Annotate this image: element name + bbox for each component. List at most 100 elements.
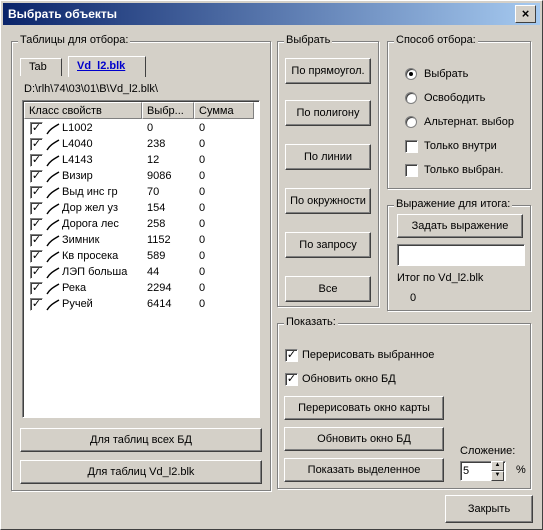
table-row[interactable]: ✓ ЛЭП больша 44 0: [24, 264, 258, 281]
row-checkbox[interactable]: ✓: [30, 234, 43, 247]
percent-label: %: [516, 464, 526, 476]
spin-up-icon[interactable]: ▲: [491, 461, 504, 471]
show-selected-button[interactable]: Показать выделенное: [284, 458, 444, 482]
row-checkbox[interactable]: ✓: [30, 282, 43, 295]
set-expression-button[interactable]: Задать выражение: [397, 214, 523, 238]
show-legend: Показать:: [284, 316, 338, 328]
dialog-window: Выбрать объекты × Таблицы для отбора: Ta…: [0, 0, 543, 530]
col-header-sum[interactable]: Сумма: [194, 102, 254, 119]
row-class-name: Река: [62, 282, 87, 294]
all-button[interactable]: Все: [285, 276, 371, 302]
table-row[interactable]: ✓ L4040 238 0: [24, 136, 258, 153]
table-row[interactable]: ✓ Кв просека 589 0: [24, 248, 258, 265]
line-class-icon: [46, 203, 60, 215]
col-header-class[interactable]: Класс свойств: [24, 102, 142, 119]
line-class-icon: [46, 139, 60, 151]
line-class-icon: [46, 219, 60, 231]
row-checkbox[interactable]: ✓: [30, 186, 43, 199]
all-db-button[interactable]: Для таблиц всех БД: [20, 428, 262, 452]
tables-legend: Таблицы для отбора:: [18, 34, 131, 46]
line-class-icon: [46, 123, 60, 135]
radio-alternate[interactable]: [405, 116, 417, 128]
radio-select-label: Выбрать: [424, 68, 469, 80]
total-label: Итог по Vd_l2.blk: [397, 272, 484, 284]
row-sum: 0: [199, 186, 206, 198]
expression-group: Выражение для итога: Задать выражение Ит…: [387, 198, 531, 311]
row-selected-count: 12: [147, 154, 160, 166]
refresh-db-label: Обновить окно БД: [302, 373, 396, 385]
row-checkbox[interactable]: ✓: [30, 122, 43, 135]
row-class-name: Кв просека: [62, 250, 119, 262]
redraw-map-button[interactable]: Перерисовать окно карты: [284, 396, 444, 420]
row-selected-count: 589: [147, 250, 166, 262]
show-group: Показать: ✓ Перерисовать выбранное ✓ Обн…: [277, 316, 531, 489]
row-sum: 0: [199, 122, 206, 134]
row-class-name: Зимник: [62, 234, 100, 246]
row-checkbox[interactable]: ✓: [30, 218, 43, 231]
expression-input[interactable]: [397, 244, 525, 266]
line-class-icon: [46, 251, 60, 263]
table-row[interactable]: ✓ Визир 9086 0: [24, 168, 258, 185]
table-row[interactable]: ✓ Ручей 6414 0: [24, 296, 258, 313]
row-checkbox[interactable]: ✓: [30, 266, 43, 279]
only-selected-label: Только выбран.: [424, 164, 504, 176]
table-row[interactable]: ✓ Дор жел уз 154 0: [24, 200, 258, 217]
row-selected-count: 70: [147, 186, 160, 198]
line-class-icon: [46, 235, 60, 247]
spin-down-icon[interactable]: ▼: [491, 471, 504, 481]
row-class-name: L4040: [62, 138, 93, 150]
line-class-icon: [46, 299, 60, 311]
radio-select[interactable]: [405, 68, 417, 80]
line-class-icon: [46, 283, 60, 295]
line-class-icon: [46, 187, 60, 199]
by-line-button[interactable]: По линии: [285, 144, 371, 170]
row-selected-count: 1152: [147, 234, 171, 246]
table-row[interactable]: ✓ Зимник 1152 0: [24, 232, 258, 249]
row-checkbox[interactable]: ✓: [30, 298, 43, 311]
refresh-db-window-button[interactable]: Обновить окно БД: [284, 427, 444, 451]
radio-alternate-label: Альтернат. выбор: [424, 116, 514, 128]
row-sum: 0: [199, 298, 206, 310]
row-class-name: ЛЭП больша: [62, 266, 128, 278]
only-selected-checkbox[interactable]: [405, 164, 418, 177]
by-polygon-button[interactable]: По полигону: [285, 100, 371, 126]
table-row[interactable]: ✓ L4143 12 0: [24, 152, 258, 169]
row-selected-count: 2294: [147, 282, 172, 294]
by-circle-button[interactable]: По окружности: [285, 188, 371, 214]
row-checkbox[interactable]: ✓: [30, 170, 43, 183]
tab-tab[interactable]: Tab: [20, 58, 62, 76]
row-checkbox[interactable]: ✓: [30, 202, 43, 215]
only-inside-checkbox[interactable]: [405, 140, 418, 153]
col-header-selected[interactable]: Выбр...: [142, 102, 194, 119]
table-row[interactable]: ✓ Река 2294 0: [24, 280, 258, 297]
refresh-db-checkbox[interactable]: ✓: [285, 373, 298, 386]
table-row[interactable]: ✓ Выд инс гр 70 0: [24, 184, 258, 201]
table-row[interactable]: ✓ L1002 0 0: [24, 120, 258, 137]
close-button[interactable]: Закрыть: [445, 495, 533, 523]
row-selected-count: 154: [147, 202, 166, 214]
db-path: D:\rlh\74\03\01\B\Vd_l2.blk\: [24, 83, 158, 95]
by-rectangle-button[interactable]: По прямоугол.: [285, 58, 371, 84]
table-row[interactable]: ✓ Дорога лес 258 0: [24, 216, 258, 233]
select-group: Выбрать По прямоугол. По полигону По лин…: [277, 34, 379, 307]
addition-spinner[interactable]: ▲ ▼: [491, 461, 504, 481]
row-class-name: Дорога лес: [62, 218, 119, 230]
expression-legend: Выражение для итога:: [394, 198, 513, 210]
row-checkbox[interactable]: ✓: [30, 138, 43, 151]
row-selected-count: 44: [147, 266, 160, 278]
by-query-button[interactable]: По запросу: [285, 232, 371, 258]
redraw-selected-checkbox[interactable]: ✓: [285, 349, 298, 362]
row-selected-count: 9086: [147, 170, 172, 182]
class-list[interactable]: Класс свойств Выбр... Сумма ✓ L1002 0 0 ✓ L40…: [22, 100, 260, 418]
close-icon[interactable]: ×: [515, 5, 536, 23]
radio-release[interactable]: [405, 92, 417, 104]
row-sum: 0: [199, 218, 206, 230]
row-class-name: Ручей: [62, 298, 93, 310]
tab-vd-l2[interactable]: Vd_l2.blk: [68, 56, 146, 77]
this-db-button[interactable]: Для таблиц Vd_l2.blk: [20, 460, 262, 484]
row-checkbox[interactable]: ✓: [30, 154, 43, 167]
row-sum: 0: [199, 266, 206, 278]
redraw-selected-label: Перерисовать выбранное: [302, 349, 435, 361]
row-checkbox[interactable]: ✓: [30, 250, 43, 263]
radio-release-label: Освободить: [424, 92, 486, 104]
